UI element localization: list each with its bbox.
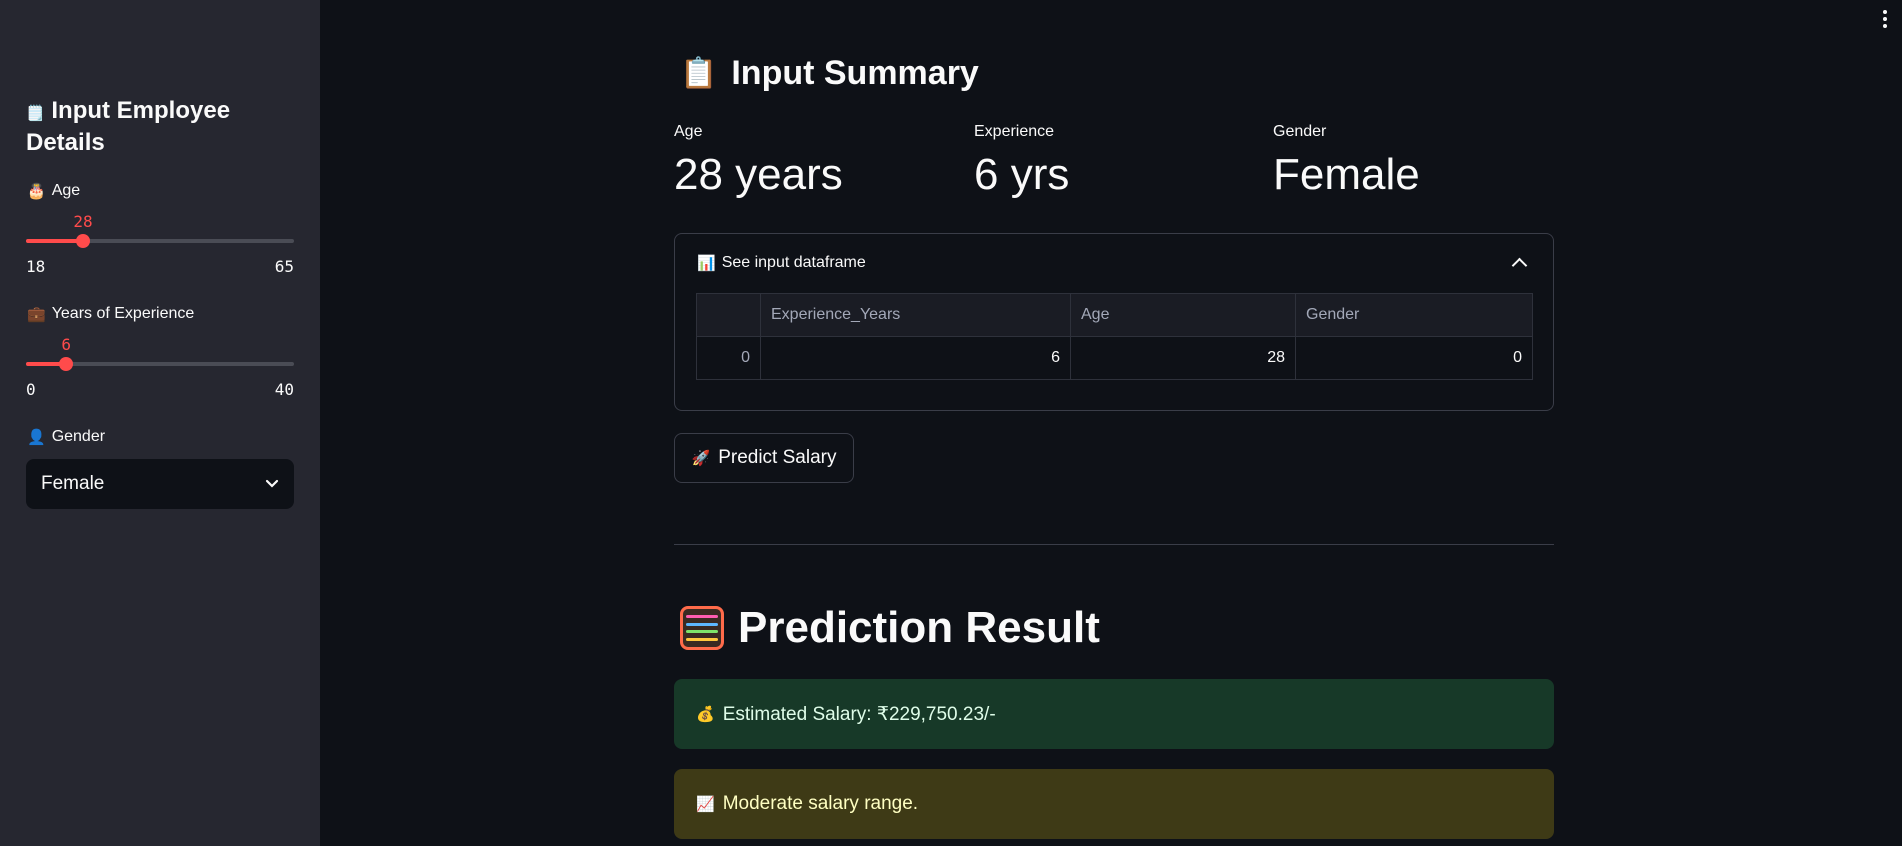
sidebar: 🗒️ Input Employee Details 🎂 Age 28 18 65… — [0, 0, 320, 846]
table-header-row: Experience_Years Age Gender — [696, 293, 1533, 337]
age-slider-thumb[interactable] — [76, 234, 91, 248]
main-menu-icon[interactable] — [1882, 10, 1888, 31]
chevron-down-icon — [265, 479, 279, 488]
age-label-text: Age — [51, 182, 81, 199]
expander-header[interactable]: 📊 See input dataframe — [697, 254, 866, 272]
experience-slider[interactable]: 6 — [26, 335, 294, 373]
experience-max: 40 — [274, 380, 294, 399]
clipboard-icon: 📋 — [680, 56, 718, 91]
sidebar-title: 🗒️ Input Employee Details — [26, 96, 286, 158]
age-label: 🎂 Age — [27, 182, 80, 200]
metric-experience-value: 6 yrs — [974, 150, 1070, 199]
predict-salary-button[interactable]: 🚀 Predict Salary — [674, 433, 854, 483]
gender-label: 👤 Gender — [27, 428, 105, 446]
experience-label-text: Years of Experience — [51, 305, 195, 322]
prediction-result-title: Prediction Result — [738, 603, 1100, 652]
metric-age-label: Age — [674, 123, 703, 140]
person-icon: 👤 — [27, 428, 46, 446]
sidebar-title-text: Input Employee Details — [26, 97, 231, 156]
age-max: 65 — [274, 257, 294, 276]
salary-range-text: Moderate salary range. — [722, 793, 919, 814]
bar-chart-icon: 📊 — [697, 254, 716, 272]
chart-increasing-icon: 📈 — [696, 795, 715, 813]
column-header[interactable]: Gender — [1295, 293, 1533, 337]
column-header-index — [696, 293, 761, 337]
salary-range-alert: 📈 Moderate salary range. — [674, 769, 1554, 839]
metric-experience-label: Experience — [974, 123, 1055, 140]
table-cell[interactable]: 28 — [1070, 336, 1296, 380]
divider — [674, 544, 1554, 545]
age-slider-fill — [26, 239, 84, 243]
gender-label-text: Gender — [51, 428, 106, 445]
metric-gender-label: Gender — [1273, 123, 1327, 140]
table-row: 0 6 28 0 — [696, 336, 1533, 380]
gender-select[interactable]: Female — [26, 459, 294, 509]
experience-range: 0 40 — [26, 380, 294, 399]
estimated-salary-text: Estimated Salary: ₹229,750.23/- — [722, 703, 996, 725]
prediction-result-heading: Prediction Result — [680, 603, 1100, 653]
predict-salary-label: Predict Salary — [718, 447, 837, 468]
chevron-up-icon[interactable] — [1511, 257, 1528, 274]
input-summary-title: Input Summary — [731, 54, 979, 92]
row-index-cell: 0 — [696, 336, 761, 380]
dataframe-expander: 📊 See input dataframe Experience_Years A… — [674, 233, 1554, 411]
age-slider[interactable]: 28 — [26, 212, 294, 250]
experience-label: 💼 Years of Experience — [27, 305, 194, 323]
table-cell[interactable]: 0 — [1295, 336, 1533, 380]
rocket-icon: 🚀 — [691, 449, 711, 467]
experience-slider-thumb[interactable] — [59, 357, 74, 371]
input-summary-heading: 📋 Input Summary — [680, 54, 979, 93]
notepad-icon: 🗒️ — [26, 104, 45, 122]
experience-min: 0 — [26, 380, 36, 399]
column-header[interactable]: Age — [1070, 293, 1296, 337]
estimated-salary-alert: 💰 Estimated Salary: ₹229,750.23/- — [674, 679, 1554, 749]
age-range: 18 65 — [26, 257, 294, 276]
metric-gender-value: Female — [1273, 150, 1420, 199]
gender-selected-value: Female — [41, 473, 105, 494]
age-min: 18 — [26, 257, 46, 276]
input-dataframe: Experience_Years Age Gender 0 6 28 0 — [696, 293, 1533, 380]
expander-label: See input dataframe — [721, 254, 866, 271]
cake-icon: 🎂 — [27, 182, 46, 200]
age-slider-value: 28 — [73, 212, 93, 231]
metric-age-value: 28 years — [674, 150, 843, 199]
column-header[interactable]: Experience_Years — [760, 293, 1071, 337]
abacus-icon — [680, 606, 724, 650]
table-cell[interactable]: 6 — [760, 336, 1071, 380]
money-bag-icon: 💰 — [696, 705, 715, 723]
briefcase-icon: 💼 — [27, 305, 46, 323]
experience-slider-value: 6 — [61, 335, 72, 354]
